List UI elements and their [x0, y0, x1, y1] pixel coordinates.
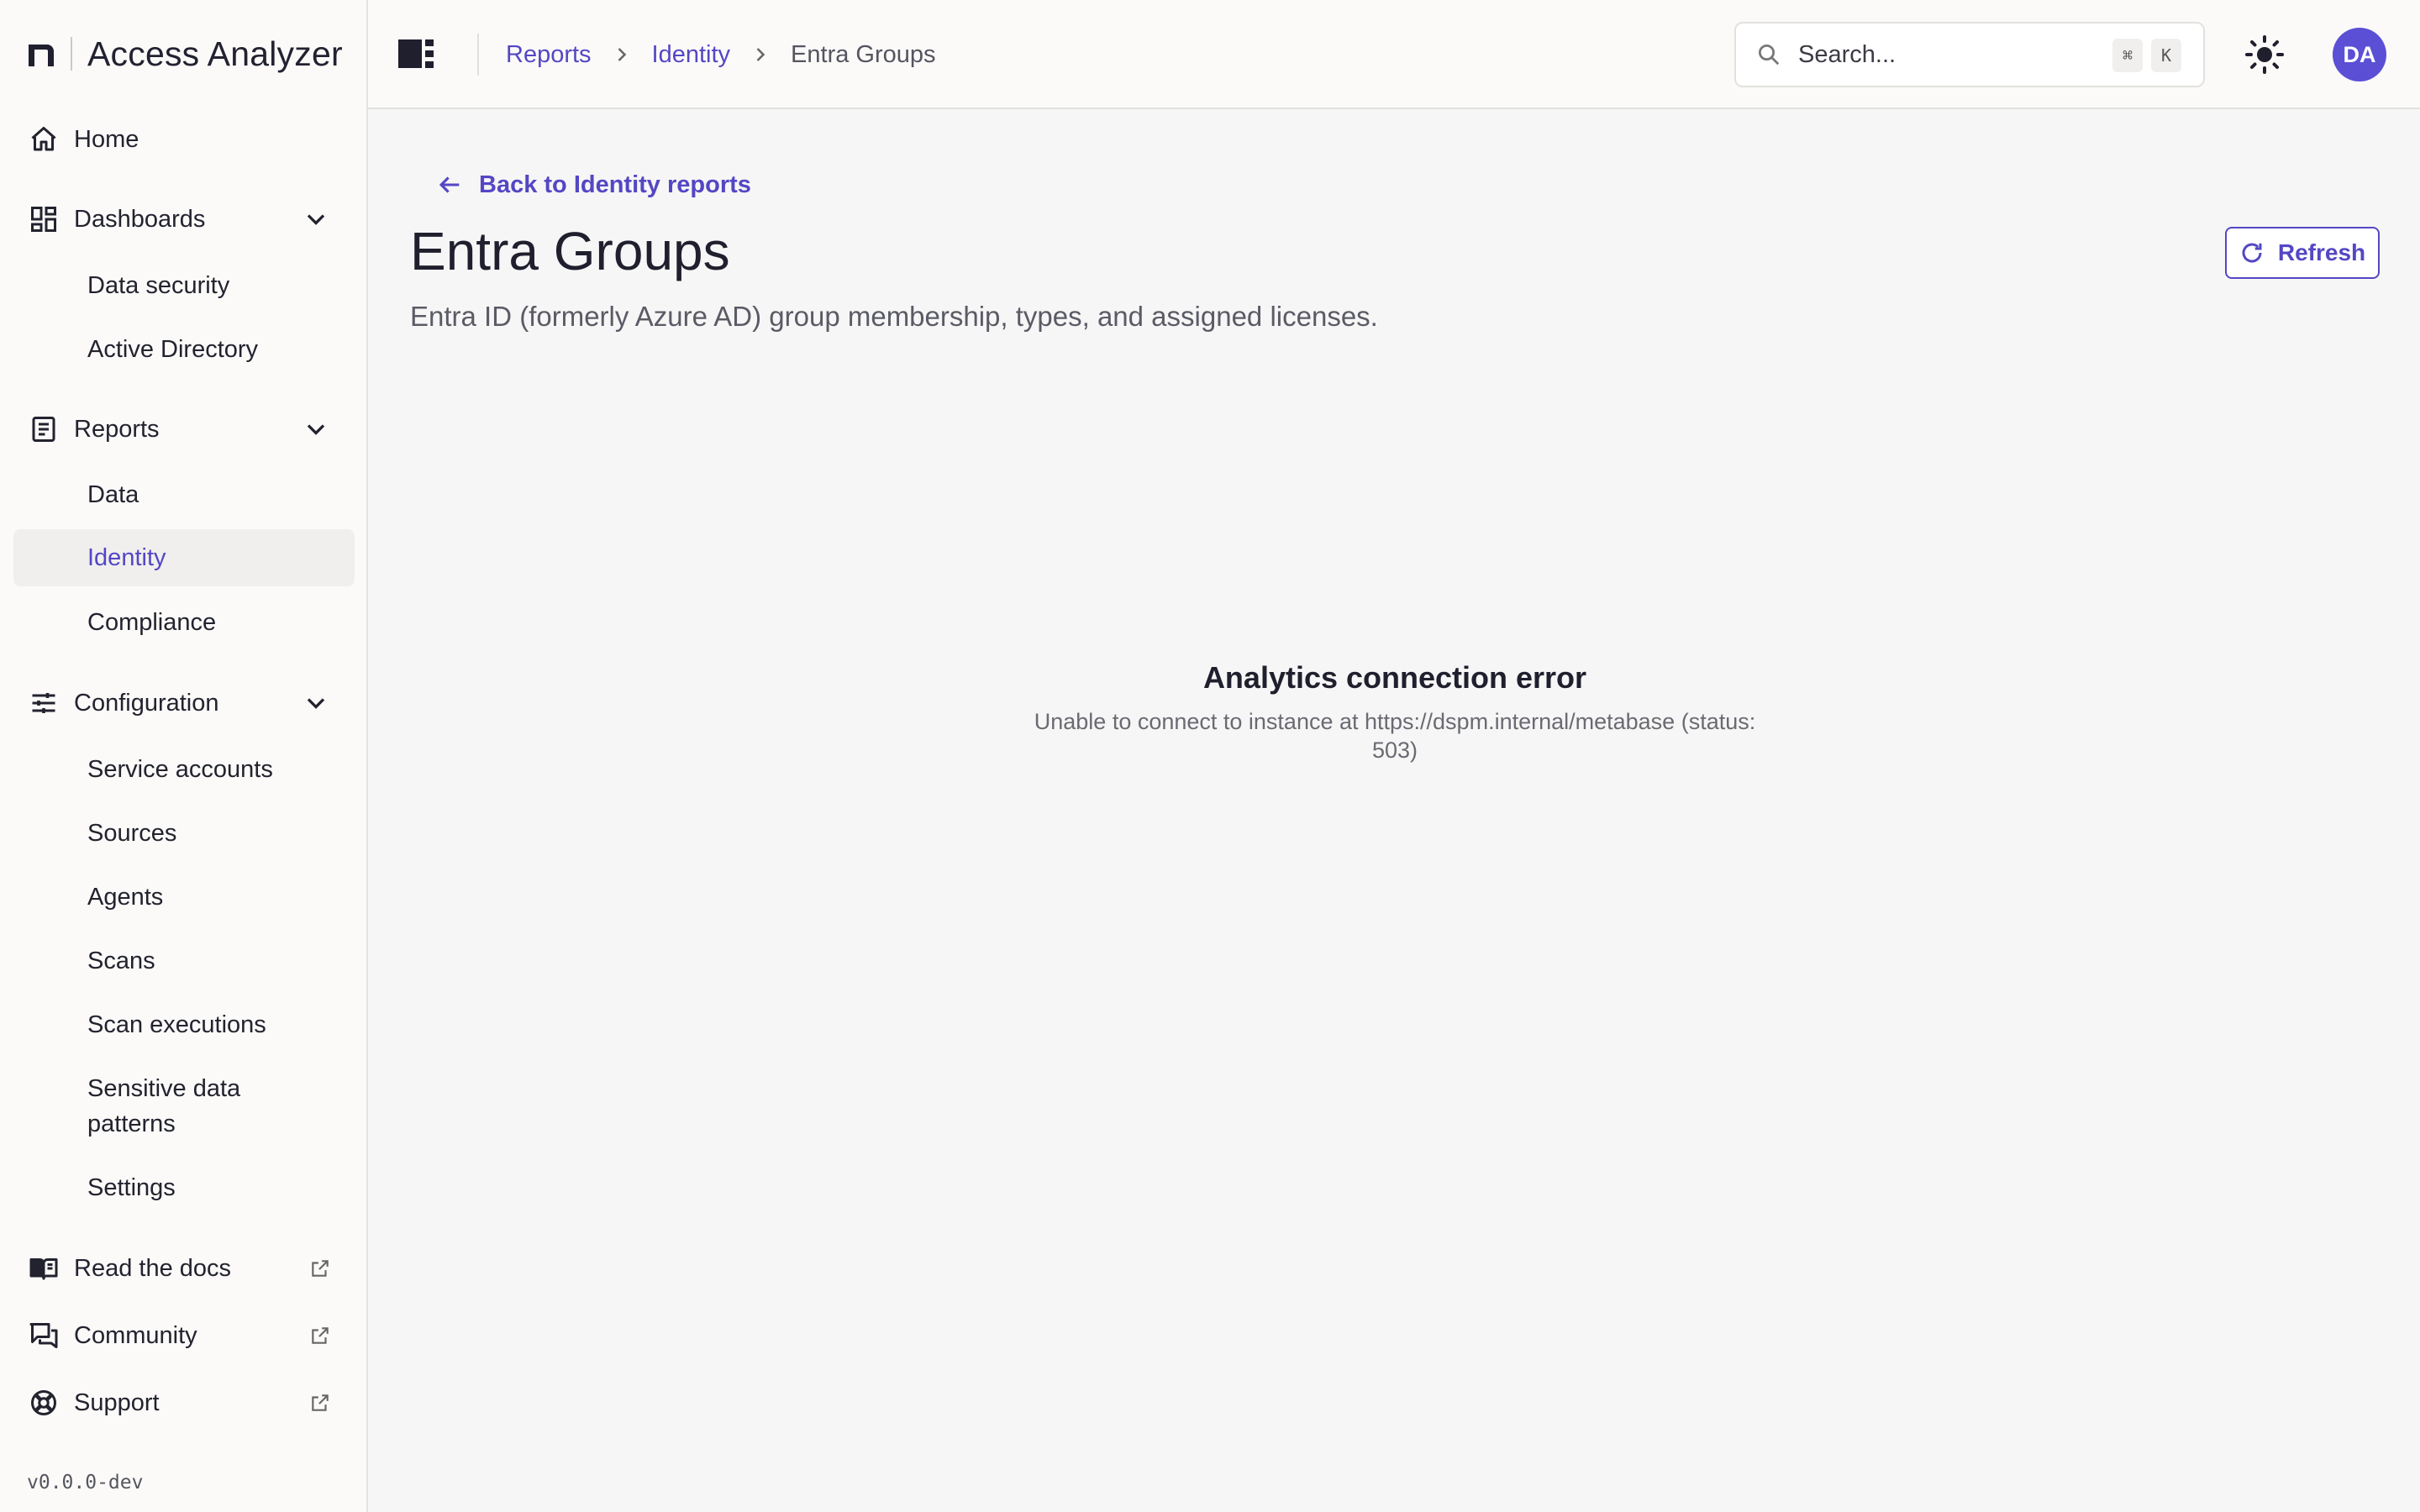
document-lines-icon [27, 412, 60, 446]
error-message: Unable to connect to instance at https:/… [1034, 709, 1756, 763]
sidebar-item-label: Dashboards [74, 205, 206, 233]
sidebar-item-scans[interactable]: Scans [87, 943, 348, 979]
dashboard-grid-icon [27, 202, 60, 236]
chat-bubbles-icon [27, 1319, 60, 1352]
header-divider [477, 34, 479, 76]
sidebar-item-community[interactable]: Community [27, 1312, 343, 1359]
external-link-icon [312, 1394, 329, 1411]
chevron-right-icon [756, 48, 765, 61]
shortcut-key-cmd: ⌘ [2112, 39, 2143, 72]
sliders-icon [27, 686, 60, 720]
sidebar-item-scan-executions[interactable]: Scan executions [87, 1007, 348, 1042]
sidebar-item-service-accounts[interactable]: Service accounts [87, 752, 348, 787]
top-bar: Reports Identity Entra Groups ⌘ K DA [368, 0, 2420, 109]
error-panel: Analytics connection error Unable to con… [992, 660, 1798, 764]
chevron-down-icon[interactable] [301, 204, 331, 234]
sun-icon[interactable] [2244, 34, 2286, 76]
home-icon [27, 123, 60, 156]
sidebar-item-label: Read the docs [74, 1254, 232, 1282]
app-version: v0.0.0-dev [27, 1472, 144, 1494]
lifebuoy-icon [27, 1386, 60, 1420]
sidebar-toggle-icon[interactable] [398, 38, 435, 70]
refresh-button[interactable]: Refresh [2225, 227, 2380, 279]
brand-divider [71, 37, 72, 71]
sidebar-item-label: Community [74, 1321, 197, 1349]
chevron-down-icon[interactable] [301, 414, 331, 444]
breadcrumb-current: Entra Groups [791, 40, 936, 68]
open-book-icon [27, 1252, 60, 1285]
search-icon [1759, 45, 1780, 66]
avatar[interactable]: DA [2333, 28, 2386, 81]
external-link-icon [312, 1327, 329, 1344]
chevron-right-icon [618, 48, 626, 61]
sidebar-item-label: Reports [74, 415, 160, 443]
page-description: Entra ID (formerly Azure AD) group membe… [410, 301, 1378, 332]
brand[interactable]: Access Analyzer [25, 30, 343, 77]
shortcut-key-k: K [2151, 39, 2181, 72]
sidebar-item-agents[interactable]: Agents [87, 879, 348, 915]
refresh-label: Refresh [2277, 239, 2366, 265]
external-link-icon [312, 1260, 329, 1277]
sidebar-item-identity[interactable]: Identity [13, 529, 355, 586]
page-title: Entra Groups [410, 221, 730, 281]
sidebar-item-compliance[interactable]: Compliance [87, 605, 348, 640]
chevron-down-icon[interactable] [301, 688, 331, 718]
sidebar-item-label: Support [74, 1389, 160, 1416]
sidebar-item-label: Home [74, 125, 139, 153]
breadcrumb-reports[interactable]: Reports [506, 41, 592, 69]
sidebar-item-configuration[interactable]: Configuration [27, 680, 343, 727]
sidebar-item-label: Configuration [74, 689, 219, 717]
sidebar-item-support[interactable]: Support [27, 1379, 343, 1426]
brand-logo-icon [29, 45, 54, 66]
sidebar-item-dashboards[interactable]: Dashboards [27, 196, 343, 243]
sidebar-item-docs[interactable]: Read the docs [27, 1245, 343, 1292]
sidebar-item-settings[interactable]: Settings [87, 1170, 348, 1205]
arrow-left-icon [439, 176, 460, 193]
sidebar-item-active-directory[interactable]: Active Directory [87, 332, 348, 367]
app-name: Access Analyzer [87, 34, 343, 73]
sidebar-item-sensitive-data-patterns[interactable]: Sensitive data patterns [87, 1071, 272, 1142]
breadcrumb: Reports Identity Entra Groups [506, 34, 936, 76]
sidebar-item-sources[interactable]: Sources [87, 816, 348, 851]
sidebar: Access Analyzer Home Dashboards Data sec… [0, 0, 368, 1512]
sidebar-item-data-security[interactable]: Data security [87, 268, 348, 303]
back-to-identity-reports-link[interactable]: Back to Identity reports [435, 165, 751, 205]
sidebar-item-data[interactable]: Data [87, 477, 348, 512]
error-title: Analytics connection error [1202, 660, 1587, 695]
search-input[interactable] [1797, 39, 2099, 70]
refresh-icon [2242, 243, 2262, 263]
breadcrumb-identity[interactable]: Identity [652, 41, 731, 69]
sidebar-item-reports[interactable]: Reports [27, 406, 343, 453]
back-link-label: Back to Identity reports [479, 171, 751, 198]
sidebar-item-home[interactable]: Home [27, 116, 343, 163]
search-box[interactable]: ⌘ K [1734, 22, 2205, 87]
